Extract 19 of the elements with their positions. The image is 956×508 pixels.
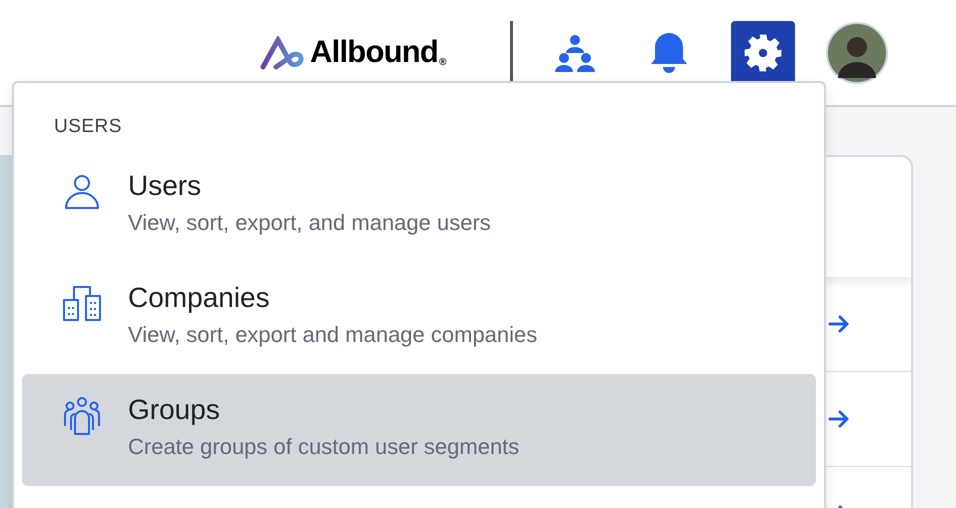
logo-icon: [260, 36, 306, 70]
settings-icon: [743, 32, 784, 72]
org-chart-icon: [553, 32, 598, 72]
menu-item-description: View, sort, export and manage companies: [128, 320, 538, 349]
menu-item-description: Create groups of custom user segments: [128, 432, 520, 461]
profile-button[interactable]: [825, 20, 890, 84]
section-heading: USERS: [54, 115, 123, 139]
arrow-right-icon[interactable]: [828, 314, 850, 334]
avatar-icon: [826, 22, 888, 84]
group-icon: [62, 396, 102, 436]
menu-item[interactable]: Groups Create groups of custom user segments: [22, 374, 816, 486]
building-icon: [62, 284, 102, 324]
arrow-right-icon[interactable]: [828, 409, 850, 429]
menu-item-title: Groups: [128, 392, 221, 427]
menu-item-description: View, sort, export, and manage users: [128, 208, 491, 237]
registered-mark: ®: [439, 56, 446, 70]
menu-item-title: Users: [128, 168, 202, 202]
logo-text: Allbound: [310, 33, 438, 72]
menu-item-title: Companies: [128, 280, 271, 315]
